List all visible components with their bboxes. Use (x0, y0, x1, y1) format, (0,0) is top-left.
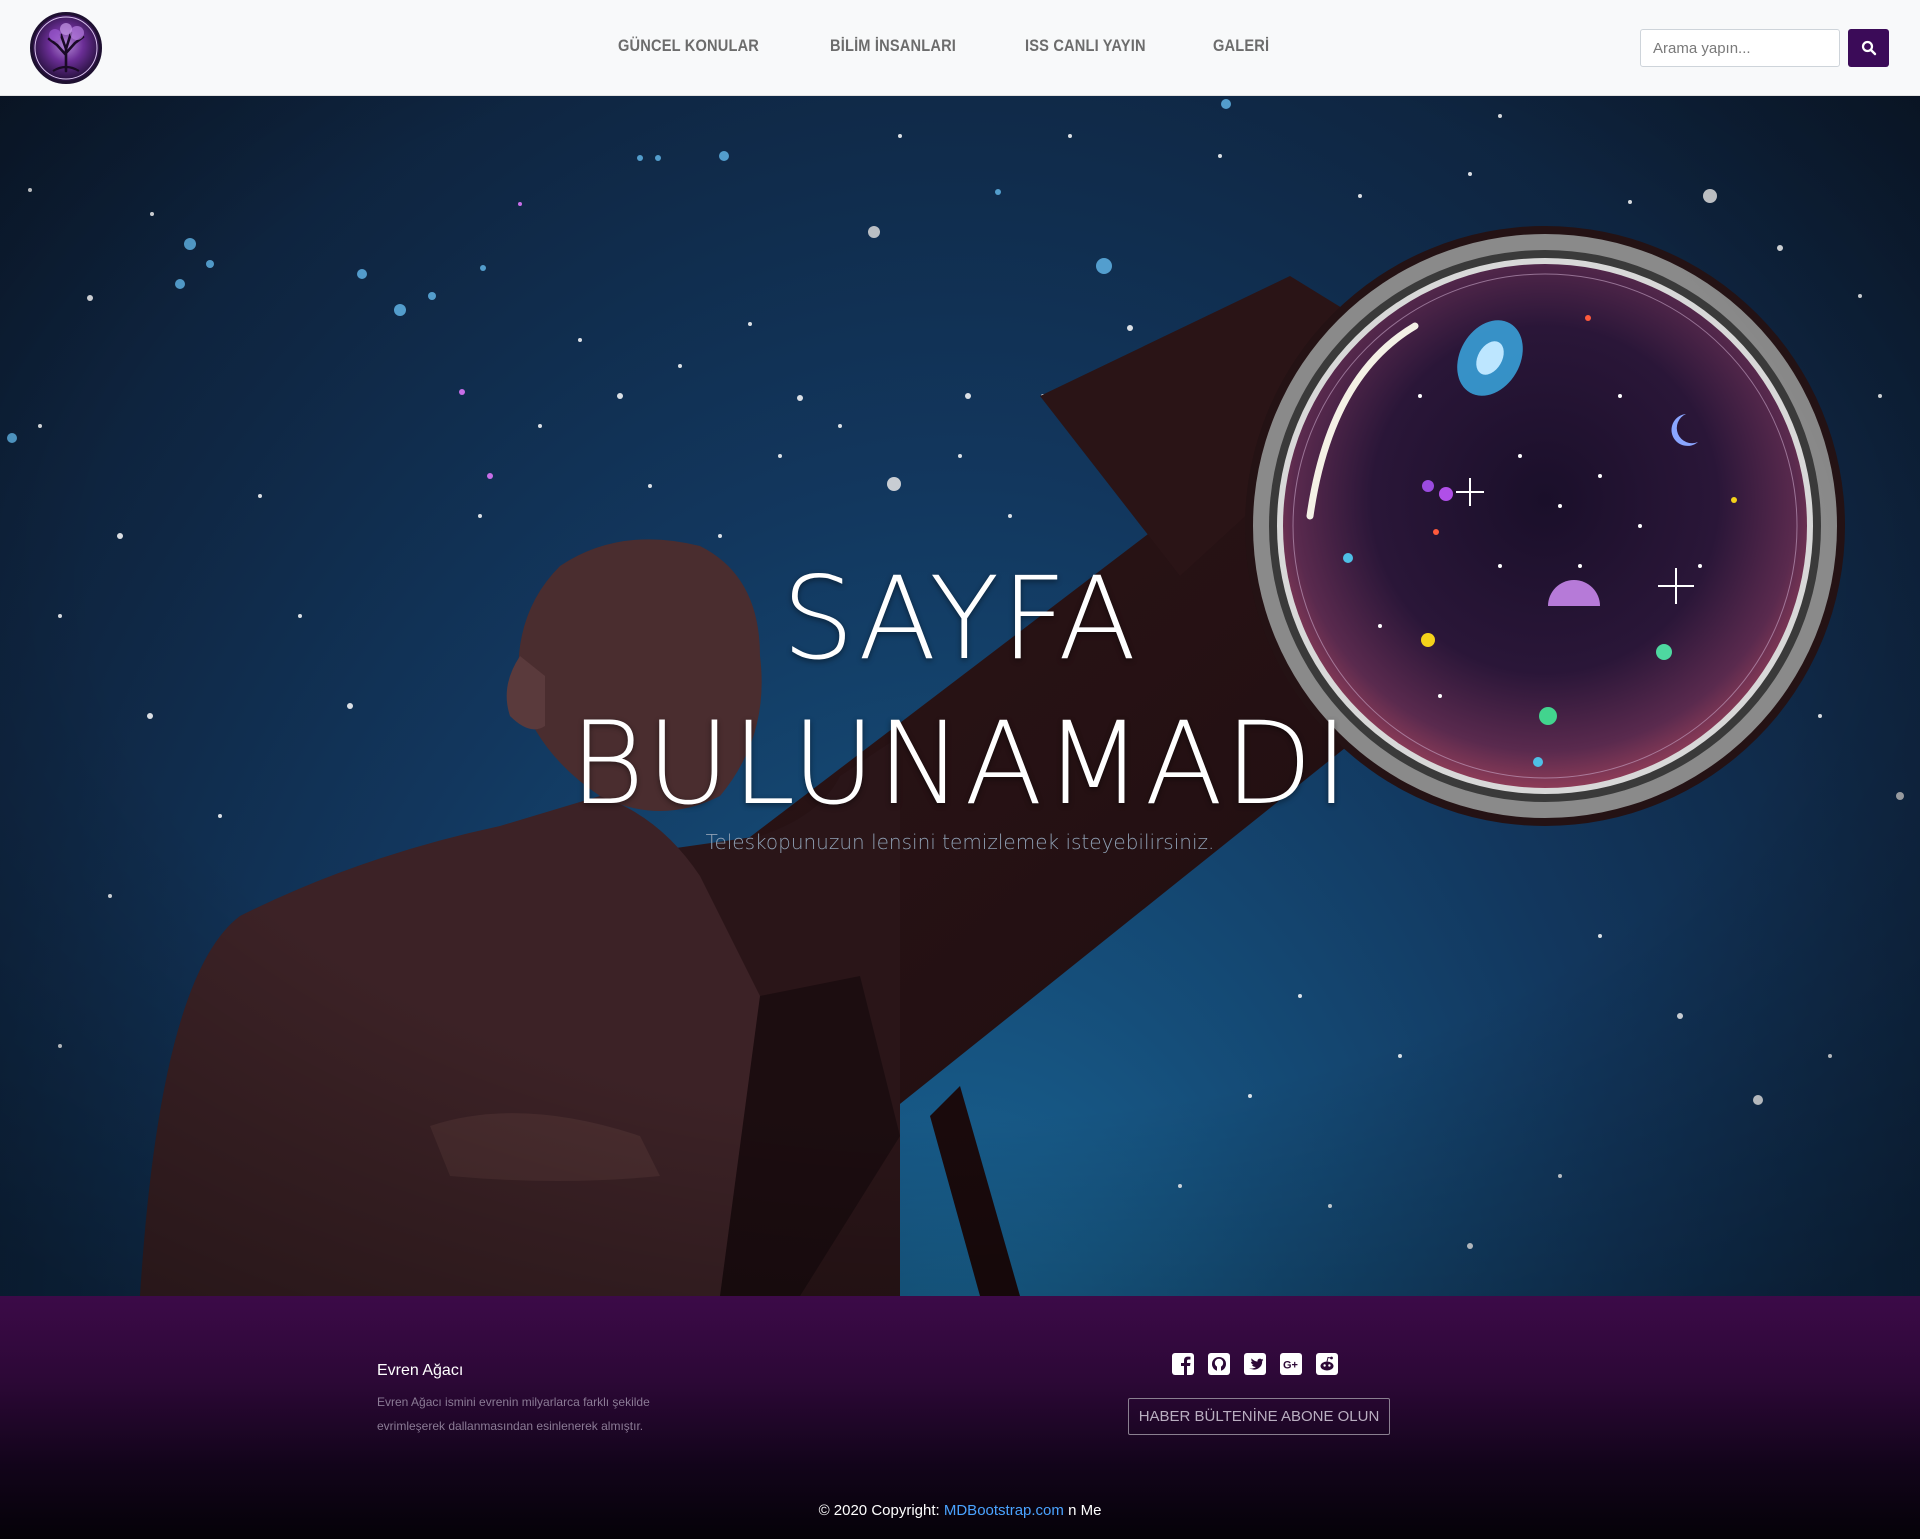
footer: Evren Ağacı Evren Ağacı ismini evrenin m… (0, 1296, 1920, 1539)
svg-text:G+: G+ (1283, 1360, 1298, 1372)
footer-description: Evren Ağacı ismini evrenin milyarlarca f… (377, 1395, 650, 1433)
social-links: G+ (1172, 1353, 1352, 1375)
error-title-line-2: BULUNAMADI (569, 697, 1351, 830)
nav-link-galeri[interactable]: GALERİ (1213, 36, 1269, 56)
facebook-icon[interactable] (1172, 1353, 1194, 1375)
tree-logo-icon (34, 16, 98, 80)
copyright-prefix: © 2020 Copyright: (818, 1502, 944, 1519)
error-title: SAYFA BULUNAMADI (0, 546, 1920, 836)
newsletter-subscribe-button[interactable]: HABER BÜLTENİNE ABONE OLUN (1128, 1398, 1390, 1435)
copyright: © 2020 Copyright: MDBootstrap.com n Me (0, 1502, 1920, 1519)
navbar: GÜNCEL KONULAR BİLİM İNSANLARI ISS CANLI… (0, 0, 1920, 96)
copyright-suffix: n Me (1063, 1502, 1102, 1519)
site-logo[interactable] (30, 12, 102, 84)
main-nav: GÜNCEL KONULAR BİLİM İNSANLARI ISS CANLI… (618, 36, 1326, 56)
error-title-line-1: SAYFA (781, 552, 1139, 685)
search-icon (1861, 40, 1876, 56)
search-button[interactable] (1848, 29, 1889, 67)
reddit-icon[interactable] (1316, 1353, 1338, 1375)
nav-link-guncel-konular[interactable]: GÜNCEL KONULAR (618, 36, 759, 56)
nav-link-iss-canli-yayin[interactable]: ISS CANLI YAYIN (1025, 36, 1146, 56)
footer-brand: Evren Ağacı (377, 1362, 464, 1379)
github-icon[interactable] (1208, 1353, 1230, 1375)
hero-section: SAYFA BULUNAMADI Teleskopunuzun lensini … (0, 96, 1920, 1296)
google-plus-icon[interactable]: G+ (1280, 1353, 1302, 1375)
error-subtitle: Teleskopunuzun lensini temizlemek isteye… (705, 830, 1215, 854)
twitter-icon[interactable] (1244, 1353, 1266, 1375)
copyright-link[interactable]: MDBootstrap.com (944, 1502, 1064, 1519)
nav-link-bilim-insanlari[interactable]: BİLİM İNSANLARI (830, 36, 956, 56)
search-input[interactable] (1640, 29, 1840, 67)
